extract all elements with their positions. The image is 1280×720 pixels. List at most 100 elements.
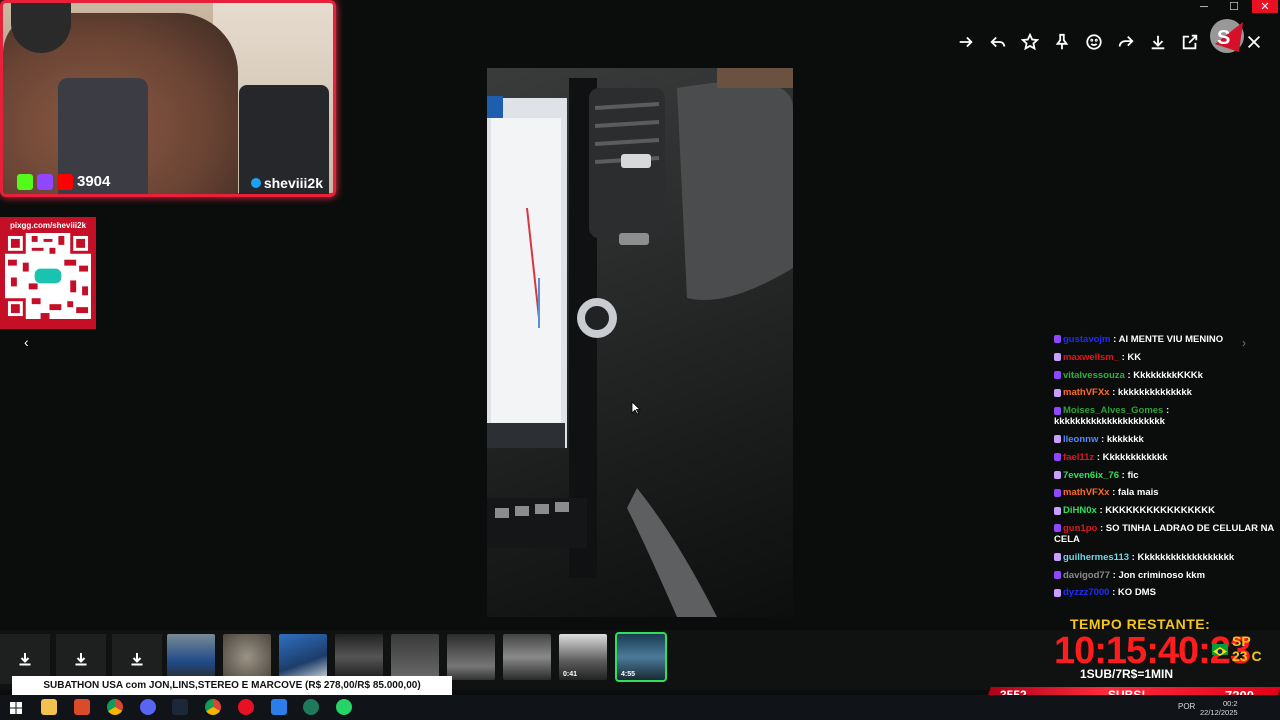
chat-badge-icon — [1054, 371, 1061, 380]
media-thumbnail[interactable] — [447, 634, 495, 680]
emoji-icon[interactable] — [1084, 32, 1104, 52]
chat-message: mathVFXx : kkkkkkkkkkkkkk — [1054, 387, 1276, 398]
chat-username[interactable]: mathVFXx — [1063, 387, 1109, 398]
subathon-ticker: SUBATHON USA com JON,LINS,STEREO E MARCO… — [12, 676, 452, 695]
chat-text: : fic — [1121, 469, 1139, 481]
opera-icon[interactable] — [238, 699, 254, 715]
chat-text: : Jon criminoso kkm — [1112, 569, 1206, 581]
system-clock[interactable]: 00:2 22/12/2025 — [1200, 699, 1238, 717]
weather-widget: SP 23 C — [1232, 633, 1262, 664]
chat-username[interactable]: lleonnw — [1063, 434, 1098, 445]
steam-icon[interactable] — [172, 699, 188, 715]
media-thumbnail[interactable] — [503, 634, 551, 680]
media-thumbnail[interactable] — [335, 634, 383, 680]
chat-message: davigod77 : Jon criminoso kkm — [1054, 570, 1276, 581]
file-explorer-icon[interactable] — [41, 699, 57, 715]
store-icon[interactable] — [74, 699, 90, 715]
chat-username[interactable]: mathVFXx — [1063, 487, 1109, 498]
prev-chevron-icon[interactable]: ‹ — [24, 334, 40, 350]
media-thumbnail[interactable] — [223, 634, 271, 680]
chat-message: maxwellsm_ : KK — [1054, 352, 1276, 363]
share-icon[interactable] — [1116, 32, 1136, 52]
star-icon[interactable] — [1020, 32, 1040, 52]
viewer-count: 3904 — [17, 173, 110, 190]
chat-message: DiHN0x : KKKKKKKKKKKKKKKK — [1054, 505, 1276, 516]
app-icon[interactable] — [271, 699, 287, 715]
chat-text: : AI MENTE VIU MENINO — [1113, 334, 1224, 345]
chrome-icon-2[interactable] — [205, 699, 221, 715]
chat-username[interactable]: DiHN0x — [1063, 505, 1097, 516]
maximize-button[interactable]: ☐ — [1221, 0, 1247, 13]
whatsapp-icon[interactable] — [336, 699, 352, 715]
chat-username[interactable]: guilhermes113 — [1063, 552, 1129, 563]
chat-badge-icon — [1054, 471, 1061, 480]
chat-text: : KK — [1121, 351, 1142, 363]
chat-badge-icon — [1054, 453, 1061, 462]
media-thumbnail[interactable] — [279, 634, 327, 680]
chat-message: guilhermes113 : Kkkkkkkkkkkkkkkkkk — [1054, 552, 1276, 563]
qr-code — [5, 233, 91, 319]
chat-text: : KO DMS — [1112, 587, 1156, 599]
chat-badge-icon — [1054, 571, 1061, 580]
chat-username[interactable]: dyzzz7000 — [1063, 587, 1109, 598]
media-thumbnail-active[interactable]: 4:55 — [615, 632, 667, 682]
chat-message: vitalvessouza : KkkkkkkkKKKk — [1054, 370, 1276, 381]
chat-username[interactable]: Moises_Alves_Gomes — [1063, 405, 1163, 416]
media-thumbnail[interactable]: 0:41 — [559, 634, 607, 680]
minimize-button[interactable]: ─ — [1191, 0, 1217, 13]
chat-badge-icon — [1054, 388, 1061, 397]
chat-panel: gustavojm : AI MENTE VIU MENINO maxwellsm… — [1054, 334, 1276, 605]
taskbar — [0, 695, 1280, 720]
window-close-button[interactable]: ✕ — [1252, 0, 1278, 13]
webcam-overlay: 3904 sheviii2k — [0, 0, 336, 197]
obs-icon[interactable] — [303, 699, 319, 715]
media-thumbnail[interactable] — [391, 634, 439, 680]
chat-username[interactable]: maxwellsm_ — [1063, 352, 1119, 363]
svg-text:S: S — [1217, 27, 1230, 49]
chat-username[interactable]: davigod77 — [1063, 570, 1110, 581]
chat-username[interactable]: 7even6ix_76 — [1063, 470, 1119, 481]
chat-message: fael11z : Kkkkkkkkkkkk — [1054, 452, 1276, 463]
reply-icon[interactable] — [988, 32, 1008, 52]
chat-message: Moises_Alves_Gomes : kkkkkkkkkkkkkkkkkkk… — [1054, 405, 1276, 427]
chat-badge-icon — [1054, 553, 1061, 562]
chat-badge-icon — [1054, 435, 1061, 444]
pix-url: pixgg.com/sheviii2k — [9, 221, 87, 230]
chat-text: : Kkkkkkkkkkkkkkkkkk — [1131, 551, 1235, 563]
chat-badge-icon — [1054, 588, 1061, 597]
twitter-icon — [250, 178, 261, 188]
open-external-icon[interactable] — [1180, 32, 1200, 52]
twitch-icon — [37, 173, 53, 190]
chat-username[interactable]: gustavojm — [1063, 334, 1111, 345]
brazil-flag-icon — [1212, 644, 1228, 656]
chat-text: : Kkkkkkkkkkkk — [1096, 451, 1168, 463]
language-indicator[interactable]: POR — [1178, 702, 1195, 711]
chat-text: : KkkkkkkkKKKk — [1127, 369, 1203, 381]
forward-icon[interactable] — [956, 32, 976, 52]
chat-badge-icon — [1054, 406, 1061, 415]
chat-text: : kkkkkkkkkkkkkk — [1112, 387, 1192, 399]
chat-badge-icon — [1054, 335, 1061, 344]
chat-username[interactable]: gun1po — [1063, 523, 1097, 534]
chat-username[interactable]: fael11z — [1063, 452, 1094, 463]
video-player[interactable] — [487, 68, 793, 617]
chat-message: dyzzz7000 : KO DMS — [1054, 587, 1276, 598]
streamer-name: sheviii2k — [250, 175, 323, 191]
chat-message: lleonnw : kkkkkkk — [1054, 434, 1276, 445]
chat-badge-icon — [1054, 524, 1061, 533]
chat-username[interactable]: vitalvessouza — [1063, 370, 1125, 381]
media-thumbnail[interactable] — [167, 634, 215, 680]
chat-text: : fala mais — [1112, 487, 1159, 499]
chat-message: mathVFXx : fala mais — [1054, 487, 1276, 498]
chat-text: : KKKKKKKKKKKKKKKK — [1099, 505, 1216, 517]
chat-chevron-icon[interactable]: › — [1242, 336, 1246, 350]
download-icon[interactable] — [1148, 32, 1168, 52]
youtube-icon — [57, 173, 73, 190]
pin-icon[interactable] — [1052, 32, 1072, 52]
windows-start-icon[interactable] — [10, 701, 22, 714]
mouse-cursor — [631, 401, 642, 415]
discord-icon[interactable] — [140, 699, 156, 715]
close-icon[interactable] — [1244, 32, 1264, 52]
chrome-icon[interactable] — [107, 699, 123, 715]
chat-badge-icon — [1054, 488, 1061, 497]
